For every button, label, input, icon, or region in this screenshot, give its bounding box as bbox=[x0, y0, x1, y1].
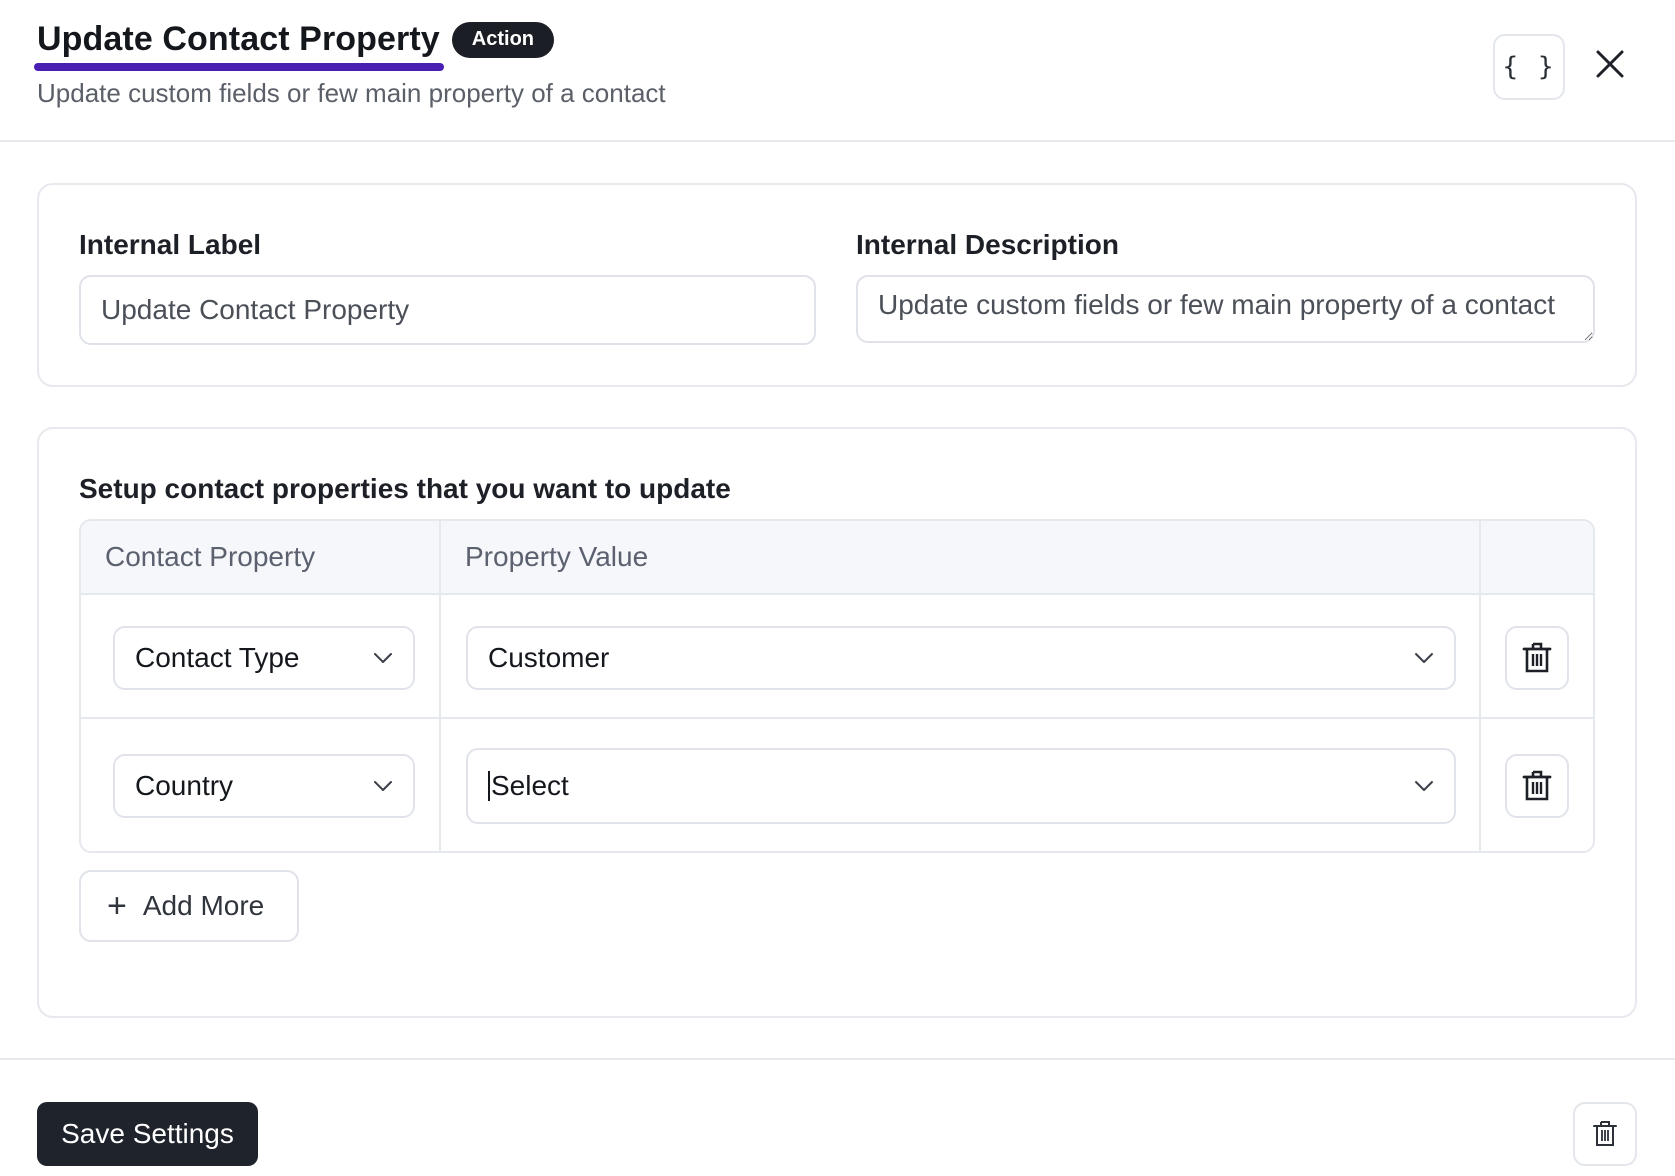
close-button[interactable] bbox=[1590, 44, 1630, 84]
page-subtitle: Update custom fields or few main propert… bbox=[37, 78, 666, 108]
text-caret bbox=[488, 771, 490, 801]
trash-icon bbox=[1522, 770, 1552, 801]
internal-description-heading: Internal Description bbox=[856, 229, 1119, 260]
properties-section-title: Setup contact properties that you want t… bbox=[79, 473, 731, 504]
delete-action-button[interactable] bbox=[1573, 1102, 1637, 1166]
internal-label-input[interactable] bbox=[79, 275, 816, 345]
property-value-select[interactable]: Select bbox=[466, 748, 1456, 824]
general-settings-card: Internal Label Internal Description Upda… bbox=[37, 183, 1637, 387]
properties-card: Setup contact properties that you want t… bbox=[37, 427, 1637, 1018]
table-row: Country Select bbox=[81, 719, 1593, 851]
json-view-button[interactable]: { } bbox=[1493, 34, 1565, 100]
property-value-text: Select bbox=[491, 770, 569, 801]
property-value-text: Customer bbox=[488, 642, 610, 673]
action-badge: Action bbox=[451, 21, 555, 58]
add-more-button[interactable]: + Add More bbox=[79, 870, 299, 942]
add-more-label: Add More bbox=[142, 890, 265, 921]
title-row: Update Contact Property Action bbox=[34, 20, 555, 71]
internal-description-textarea[interactable]: Update custom fields or few main propert… bbox=[856, 275, 1595, 343]
contact-property-value: Country bbox=[135, 770, 234, 801]
properties-table: Contact Property Property Value Contact … bbox=[79, 519, 1595, 853]
table-row: Contact Type Customer bbox=[81, 595, 1593, 719]
page-title: Update Contact Property bbox=[34, 20, 444, 71]
plus-icon: + bbox=[107, 887, 127, 925]
braces-icon: { } bbox=[1502, 52, 1556, 82]
trash-icon bbox=[1593, 1121, 1617, 1146]
title-underline bbox=[34, 63, 444, 71]
contact-property-select[interactable]: Country bbox=[113, 754, 415, 818]
page-title-text: Update Contact Property bbox=[37, 20, 440, 58]
contact-property-value: Contact Type bbox=[135, 642, 300, 673]
delete-row-button[interactable] bbox=[1505, 754, 1569, 818]
internal-label-heading: Internal Label bbox=[79, 229, 262, 260]
column-header-property-value: Property Value bbox=[465, 541, 649, 572]
property-value-select[interactable]: Customer bbox=[466, 626, 1456, 690]
drawer-footer: Save Settings bbox=[0, 1058, 1675, 1176]
column-header-contact-property: Contact Property bbox=[105, 541, 316, 572]
chevron-down-icon bbox=[374, 653, 392, 663]
drawer-header: Update Contact Property Action Update cu… bbox=[0, 0, 1675, 142]
save-settings-button[interactable]: Save Settings bbox=[37, 1102, 258, 1166]
trash-icon bbox=[1522, 642, 1552, 673]
chevron-down-icon bbox=[374, 781, 392, 791]
chevron-down-icon bbox=[1415, 653, 1433, 663]
chevron-down-icon bbox=[1415, 781, 1433, 791]
contact-property-select[interactable]: Contact Type bbox=[113, 626, 415, 690]
close-icon bbox=[1596, 50, 1624, 78]
delete-row-button[interactable] bbox=[1505, 626, 1569, 690]
table-header: Contact Property Property Value bbox=[81, 521, 1593, 595]
